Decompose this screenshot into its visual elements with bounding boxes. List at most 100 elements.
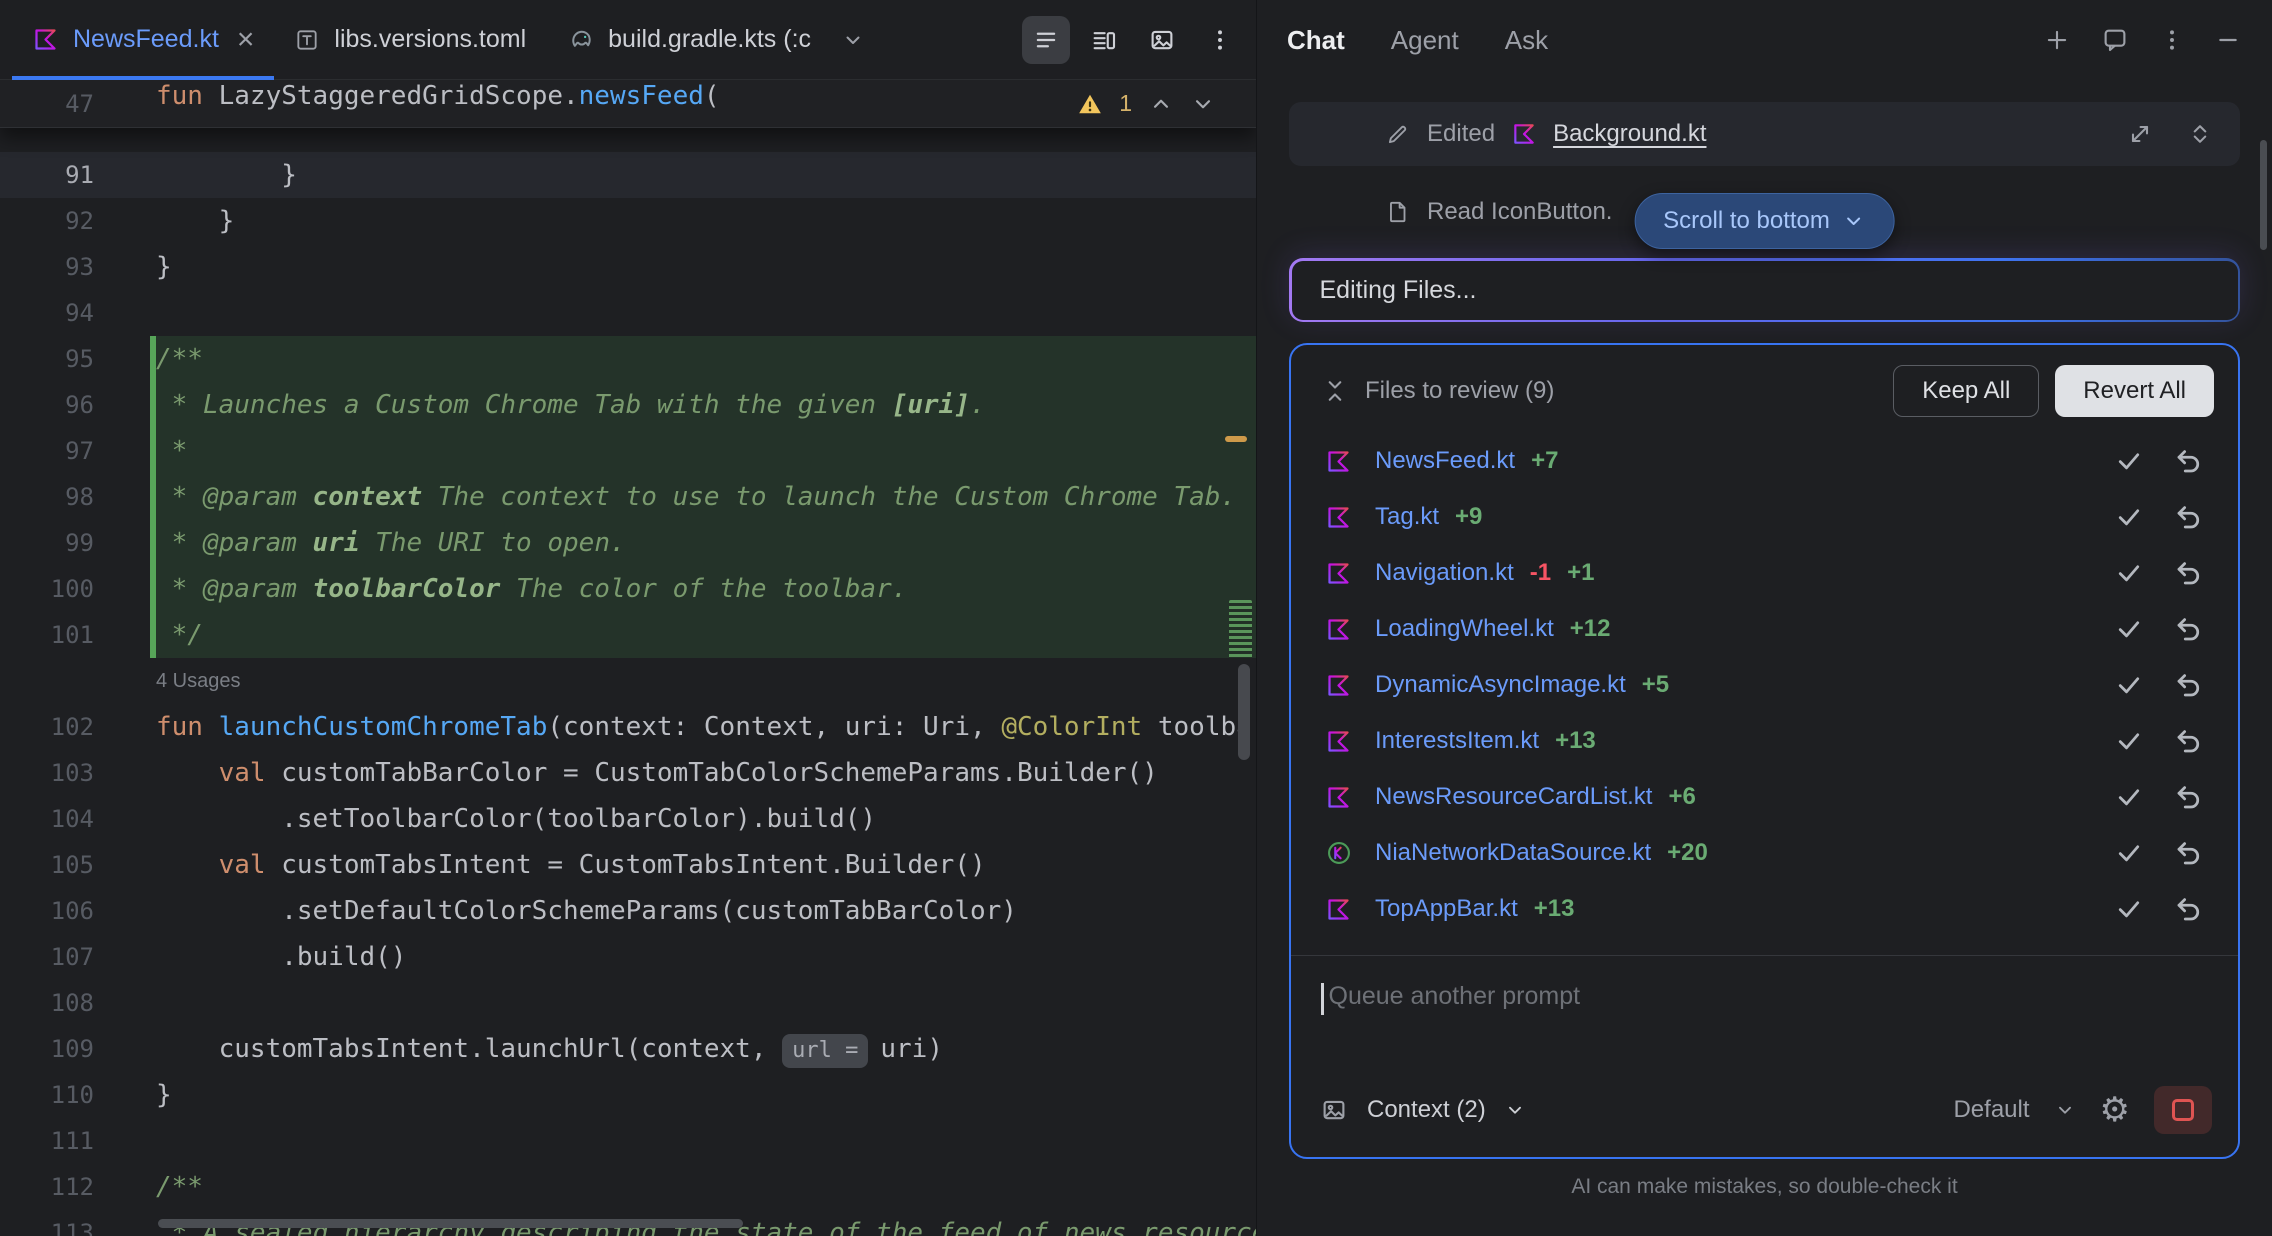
accept-file-check-icon[interactable] [2114,726,2144,756]
line-number[interactable]: 96 [0,382,150,428]
line-number[interactable]: 100 [0,566,150,612]
sticky-context-line[interactable]: 47 fun LazyStaggeredGridScope.newsFeed( … [0,80,1256,128]
accept-file-check-icon[interactable] [2114,838,2144,868]
image-preview-icon[interactable] [1138,16,1186,64]
accept-file-check-icon[interactable] [2114,782,2144,812]
file-row[interactable]: Tag.kt+9 [1325,489,2204,545]
scroll-to-bottom-button[interactable]: Scroll to bottom [1634,193,1895,249]
file-link[interactable]: TopAppBar.kt [1375,895,1518,923]
line-number[interactable]: 92 [0,198,150,244]
split-editor-icon[interactable] [1080,16,1128,64]
code-text[interactable]: /** [156,336,1256,382]
line-number[interactable]: 95 [0,336,150,382]
code-text[interactable] [156,1118,1256,1164]
line-number[interactable]: 113 [0,1210,150,1236]
line-number[interactable]: 91 [0,152,150,198]
line-number[interactable]: 107 [0,934,150,980]
editor-list-icon[interactable] [1022,16,1070,64]
line-number[interactable]: 104 [0,796,150,842]
code-text[interactable]: .setDefaultColorSchemeParams(customTabBa… [156,888,1256,934]
file-link[interactable]: NiaNetworkDataSource.kt [1375,839,1651,867]
line-number[interactable] [0,658,150,704]
code-text[interactable]: } [156,198,1256,244]
file-row[interactable]: NewsFeed.kt+7 [1325,433,2204,489]
code-text[interactable]: } [156,152,1256,198]
line-number[interactable]: 112 [0,1164,150,1210]
line-number[interactable]: 103 [0,750,150,796]
tab-libs-versions-toml[interactable]: libs.versions.toml [274,0,546,79]
new-chat-plus-icon[interactable] [2042,25,2072,55]
file-row[interactable]: Navigation.kt-1+1 [1325,545,2204,601]
code-text[interactable]: * @param context The context to use to l… [156,474,1256,520]
line-number[interactable]: 101 [0,612,150,658]
code-text[interactable]: * [156,428,1256,474]
model-selector[interactable]: Default [1953,1096,2029,1124]
vertical-scrollbar[interactable] [1238,664,1250,760]
code-text[interactable]: /** [156,1164,1256,1210]
attach-image-icon[interactable] [1319,1095,1349,1125]
file-row[interactable]: LoadingWheel.kt+12 [1325,601,2204,657]
file-row[interactable]: DynamicAsyncImage.kt+5 [1325,657,2204,713]
revert-file-undo-icon[interactable] [2174,838,2204,868]
inlay-hint-chip[interactable]: url = [782,1034,868,1068]
hidden-tabs-chevron-icon[interactable] [831,28,875,52]
edited-file-link[interactable]: Background.kt [1553,120,1706,148]
close-tab-icon[interactable]: × [237,25,255,55]
keep-all-button[interactable]: Keep All [1893,365,2039,417]
line-number[interactable]: 106 [0,888,150,934]
error-stripe-warning-mark[interactable] [1225,436,1247,442]
accept-file-check-icon[interactable] [2114,670,2144,700]
line-number[interactable]: 111 [0,1118,150,1164]
horizontal-scrollbar[interactable] [158,1219,743,1228]
code-text[interactable]: * @param uri The URI to open. [156,520,1256,566]
line-number[interactable]: 99 [0,520,150,566]
code-text[interactable]: * Launches a Custom Chrome Tab with the … [156,382,1256,428]
prev-problem-chevron-up-icon[interactable] [1148,91,1174,117]
file-link[interactable]: LoadingWheel.kt [1375,615,1554,643]
line-number[interactable]: 105 [0,842,150,888]
accept-file-check-icon[interactable] [2114,894,2144,924]
revert-file-undo-icon[interactable] [2174,614,2204,644]
accept-file-check-icon[interactable] [2114,558,2144,588]
next-problem-chevron-down-icon[interactable] [1190,91,1216,117]
code-text[interactable] [156,980,1256,1026]
code-text[interactable]: } [156,244,1256,290]
accept-file-check-icon[interactable] [2114,446,2144,476]
code-text[interactable]: val customTabBarColor = CustomTabColorSc… [156,750,1256,796]
expand-collapse-icon[interactable] [2186,120,2214,148]
line-number[interactable]: 93 [0,244,150,290]
chat-scrollbar[interactable] [2260,140,2267,250]
code-text[interactable]: */ [156,612,1256,658]
line-number[interactable]: 94 [0,290,150,336]
file-link[interactable]: NewsResourceCardList.kt [1375,783,1652,811]
file-link[interactable]: NewsFeed.kt [1375,447,1515,475]
code-editor[interactable]: 47 fun LazyStaggeredGridScope.newsFeed( … [0,80,1256,1236]
line-number[interactable]: 108 [0,980,150,1026]
revert-file-undo-icon[interactable] [2174,782,2204,812]
more-options-icon[interactable] [2158,26,2186,54]
tab-build-gradle[interactable]: build.gradle.kts (:c [546,0,831,79]
file-row[interactable]: NiaNetworkDataSource.kt+20 [1325,825,2204,881]
code-text[interactable]: .setToolbarColor(toolbarColor).build() [156,796,1256,842]
collapse-all-icon[interactable] [1321,377,1349,405]
warning-icon[interactable] [1077,91,1103,117]
show-diff-icon[interactable] [2126,120,2154,148]
prompt-input[interactable]: Queue another prompt [1291,956,2238,1073]
code-text[interactable] [156,290,1256,336]
file-link[interactable]: Tag.kt [1375,503,1439,531]
tab-chat[interactable]: Chat [1287,25,1345,56]
file-row[interactable]: NewsResourceCardList.kt+6 [1325,769,2204,825]
accept-file-check-icon[interactable] [2114,502,2144,532]
file-row[interactable]: TopAppBar.kt+13 [1325,881,2204,937]
code-text[interactable]: } [156,1072,1256,1118]
edited-file-item[interactable]: Edited Background.kt [1289,102,2240,166]
file-row[interactable]: InterestsItem.kt+13 [1325,713,2204,769]
revert-file-undo-icon[interactable] [2174,502,2204,532]
tab-ask[interactable]: Ask [1505,25,1548,56]
chevron-down-icon[interactable] [2054,1099,2076,1121]
code-text[interactable]: val customTabsIntent = CustomTabsIntent.… [156,842,1256,888]
usages-hint[interactable]: 4 Usages [156,658,1256,704]
tab-agent[interactable]: Agent [1391,25,1459,56]
line-number[interactable]: 109 [0,1026,150,1072]
revert-file-undo-icon[interactable] [2174,446,2204,476]
